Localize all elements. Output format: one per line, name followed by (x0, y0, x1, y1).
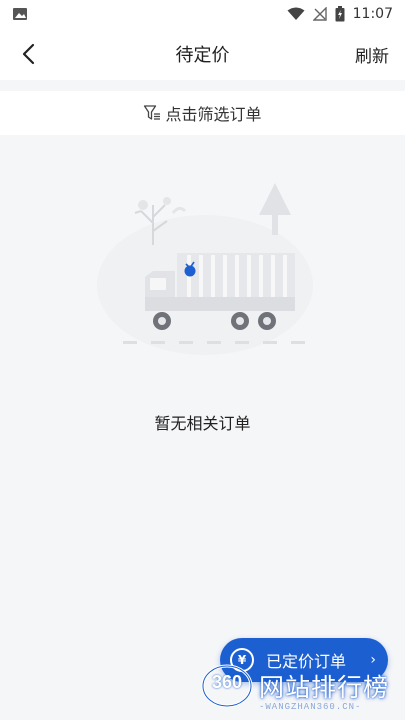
nav-bar: 待定价 刷新 (0, 28, 405, 80)
status-right: 11:07 (287, 6, 393, 22)
filter-label: 点击筛选订单 (165, 105, 262, 124)
back-button[interactable] (12, 38, 44, 70)
battery-icon (335, 6, 345, 22)
status-bar: 11:07 (0, 0, 405, 28)
status-left (12, 6, 28, 22)
chevron-left-icon (22, 43, 35, 65)
signal-icon (312, 7, 327, 21)
filter-icon (144, 105, 161, 120)
empty-message: 暂无相关订单 (154, 414, 251, 433)
page-title: 待定价 (175, 45, 230, 66)
empty-truck-illustration (97, 183, 313, 355)
watermark: 360 网站排行榜 -WANGZHAN360.CN- (193, 660, 405, 720)
watermark-badge-text: 360 (211, 672, 243, 692)
status-time: 11:07 (352, 6, 393, 22)
refresh-button[interactable]: 刷新 (355, 42, 389, 67)
image-icon (13, 8, 27, 20)
watermark-title: 网站排行榜 (259, 673, 390, 702)
filter-button[interactable]: 点击筛选订单 (0, 91, 405, 135)
watermark-subtitle: -WANGZHAN360.CN- (259, 702, 362, 712)
wifi-icon (287, 7, 305, 20)
